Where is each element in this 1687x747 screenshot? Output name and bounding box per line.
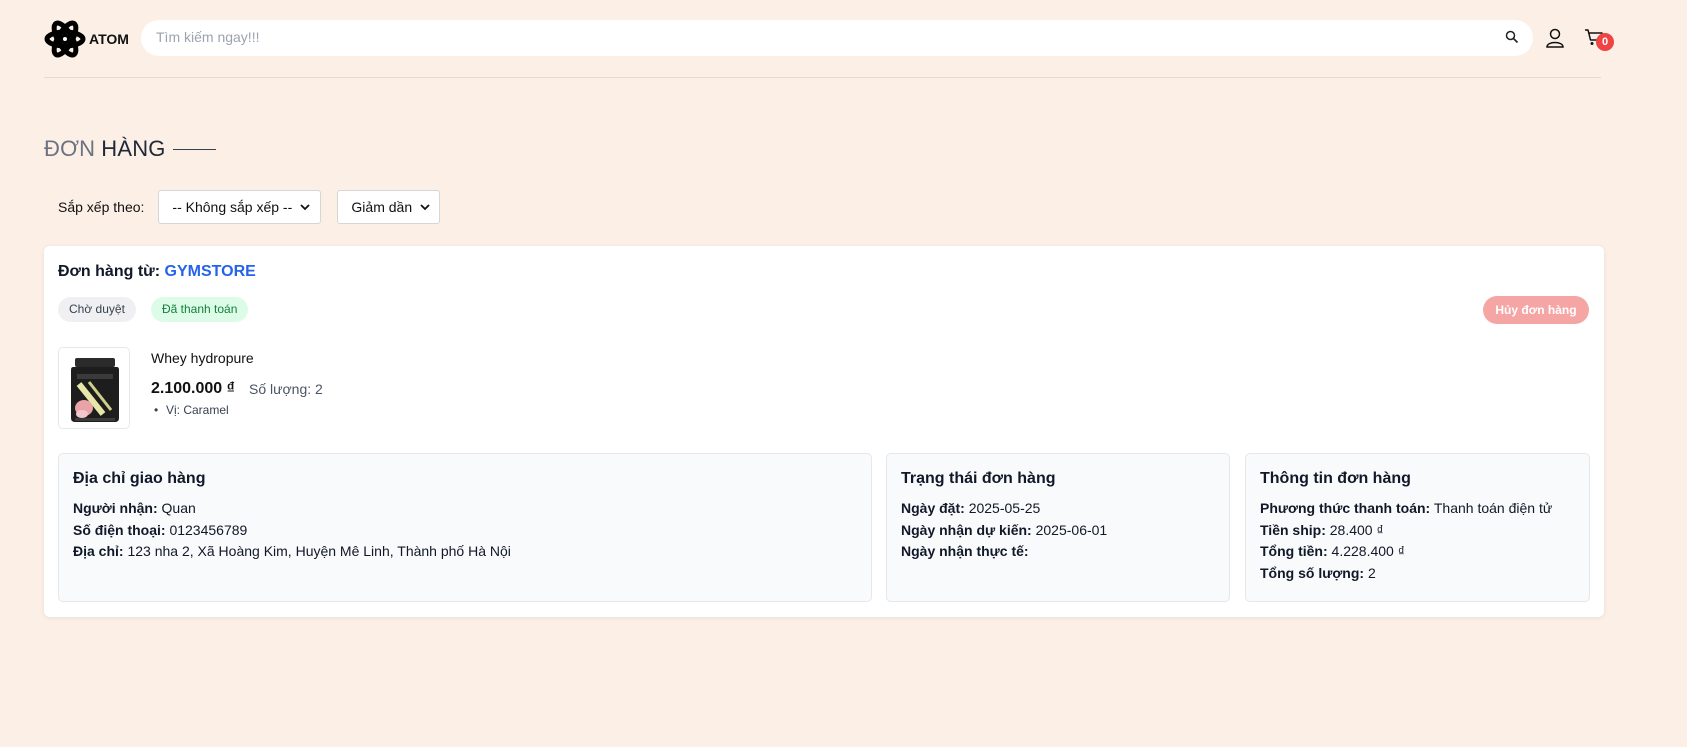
store-name-link[interactable]: GYMSTORE — [165, 263, 256, 280]
whey-tub-image — [71, 358, 119, 422]
page-title: ĐƠN HÀNG — [44, 136, 216, 162]
total-quantity-label: Tổng số lượng: — [1260, 564, 1365, 581]
recipient-label: Người nhận: — [73, 500, 158, 516]
cart-button[interactable]: 0 — [1584, 27, 1624, 51]
order-status-box: Trạng thái đơn hàng Ngày đặt: 2025-05-25… — [886, 453, 1230, 602]
product-quantity: Số lượng: 2 — [249, 381, 323, 397]
product-image[interactable] — [58, 347, 130, 429]
shipping-fee-value: 28.400 ₫ — [1329, 521, 1384, 538]
sort-order-value: Giảm dần — [351, 199, 413, 215]
search-input[interactable] — [156, 29, 1456, 45]
sort-order-select[interactable]: Giảm dần — [337, 190, 441, 224]
atom-logo-icon — [44, 20, 86, 58]
site-header: ATOM 0 — [44, 14, 1614, 78]
expected-date-label: Ngày nhận dự kiến: — [901, 521, 1032, 538]
expected-date-value: 2025-06-01 — [1035, 521, 1108, 538]
sort-label: Sắp xếp theo: — [58, 199, 145, 215]
address-label: Địa chỉ: — [73, 543, 124, 559]
store-prefix: Đơn hàng từ: — [58, 263, 161, 280]
order-date-value: 2025-05-25 — [968, 500, 1041, 516]
order-status-heading: Trạng thái đơn hàng — [901, 470, 1056, 487]
title-divider — [172, 148, 216, 150]
payment-badge: Đã thanh toán — [151, 297, 249, 322]
phone-row: Số điện thoại: 0123456789 — [73, 520, 857, 542]
shipping-fee-label: Tiền ship: — [1260, 521, 1326, 538]
sort-field-value: -- Không sắp xếp -- — [172, 199, 293, 215]
recipient-value: Quan — [161, 500, 196, 516]
total-quantity-value: 2 — [1367, 564, 1376, 581]
chevron-down-icon — [420, 204, 430, 211]
cancel-order-button[interactable]: Hủy đơn hàng — [1483, 296, 1589, 324]
phone-value: 0123456789 — [169, 521, 248, 538]
actual-date-label: Ngày nhận thực tế: — [901, 543, 1029, 559]
product-variant: Vị: Caramel — [154, 403, 229, 417]
shipping-address-heading: Địa chỉ giao hàng — [73, 470, 206, 487]
expected-date-row: Ngày nhận dự kiến: 2025-06-01 — [901, 520, 1215, 542]
page-title-part1: ĐƠN — [44, 136, 96, 161]
address-row: Địa chỉ: 123 nha 2, Xã Hoàng Kim, Huyện … — [73, 541, 857, 563]
search-icon[interactable] — [1505, 30, 1519, 44]
logo[interactable]: ATOM — [44, 16, 129, 62]
shipping-fee-row: Tiền ship: 28.400 ₫ — [1260, 520, 1575, 542]
logo-text: ATOM — [89, 31, 129, 47]
chevron-down-icon — [300, 204, 310, 211]
actual-date-row: Ngày nhận thực tế: — [901, 541, 1215, 563]
search-bar — [141, 20, 1533, 56]
order-info-box: Thông tin đơn hàng Phương thức thanh toá… — [1245, 453, 1590, 602]
phone-label: Số điện thoại: — [73, 521, 166, 538]
total-quantity-row: Tổng số lượng: 2 — [1260, 563, 1575, 585]
order-card: Đơn hàng từ: GYMSTORE Chờ duyệt Đã thanh… — [44, 246, 1604, 617]
sort-field-select[interactable]: -- Không sắp xếp -- — [158, 190, 322, 224]
total-value: 4.228.400 ₫ — [1331, 543, 1405, 559]
product-price: 2.100.000 ₫ — [151, 380, 235, 397]
payment-method-label: Phương thức thanh toán: — [1260, 500, 1431, 516]
status-badge: Chờ duyệt — [58, 297, 136, 322]
user-icon[interactable] — [1544, 27, 1566, 49]
total-label: Tổng tiền: — [1260, 543, 1328, 559]
address-value: 123 nha 2, Xã Hoàng Kim, Huyện Mê Linh, … — [127, 543, 511, 559]
recipient-row: Người nhận: Quan — [73, 498, 857, 520]
page-title-part2: HÀNG — [101, 136, 166, 161]
order-info-heading: Thông tin đơn hàng — [1260, 470, 1411, 487]
order-date-row: Ngày đặt: 2025-05-25 — [901, 498, 1215, 520]
order-store-line: Đơn hàng từ: GYMSTORE — [58, 263, 256, 281]
payment-method-value: Thanh toán điện tử — [1433, 500, 1553, 516]
cart-count-badge: 0 — [1596, 33, 1614, 51]
shipping-address-box: Địa chỉ giao hàng Người nhận: Quan Số đi… — [58, 453, 872, 602]
product-name[interactable]: Whey hydropure — [151, 350, 254, 366]
sort-controls: Sắp xếp theo: -- Không sắp xếp -- Giảm d… — [58, 190, 441, 224]
order-date-label: Ngày đặt: — [901, 500, 965, 516]
payment-method-row: Phương thức thanh toán: Thanh toán điện … — [1260, 498, 1575, 520]
total-row: Tổng tiền: 4.228.400 ₫ — [1260, 541, 1575, 563]
